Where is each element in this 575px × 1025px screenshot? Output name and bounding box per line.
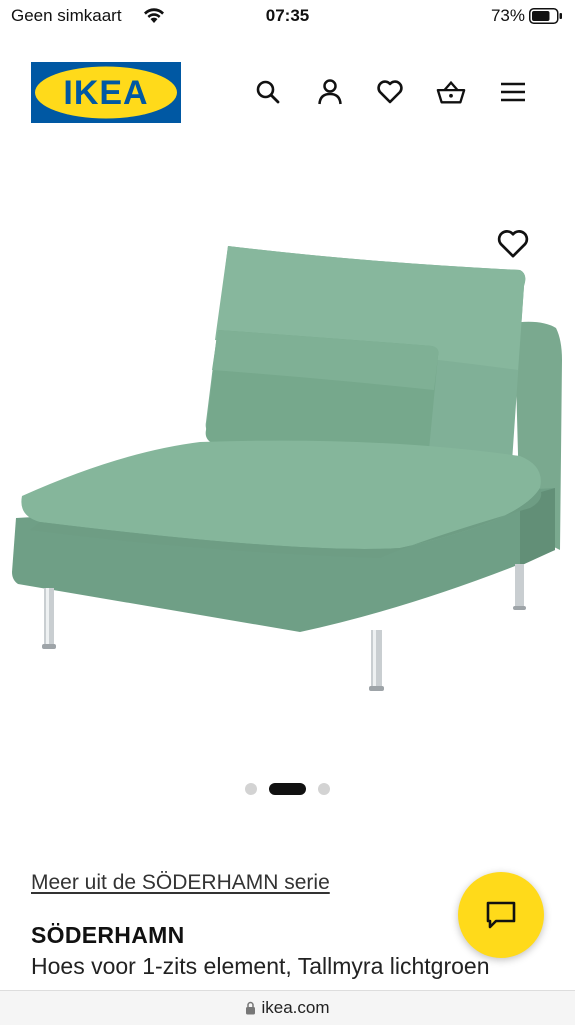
lock-icon — [246, 1001, 256, 1015]
gallery-dot-active[interactable] — [269, 783, 306, 795]
product-image[interactable] — [0, 200, 575, 720]
chat-icon — [486, 901, 516, 929]
url-text: ikea.com — [261, 998, 330, 1017]
heart-icon[interactable] — [375, 77, 405, 107]
gallery-pagination — [0, 782, 575, 796]
browser-url-bar[interactable]: ikea.com — [0, 990, 575, 1025]
battery-percentage: 73% — [490, 6, 525, 25]
series-link[interactable]: Meer uit de SÖDERHAMN serie — [31, 871, 330, 895]
basket-icon[interactable] — [436, 77, 466, 107]
svg-text:IKEA: IKEA — [63, 74, 148, 112]
product-name: SÖDERHAMN — [31, 922, 185, 948]
gallery-dot[interactable] — [245, 783, 257, 795]
user-icon[interactable] — [315, 77, 345, 107]
site-header: IKEA — [0, 60, 575, 124]
ikea-logo[interactable]: IKEA — [31, 62, 181, 123]
menu-icon[interactable] — [498, 77, 528, 107]
status-bar: Geen simkaart 07:35 73% — [0, 0, 575, 34]
add-to-wishlist-icon[interactable] — [496, 228, 530, 260]
search-icon[interactable] — [253, 77, 283, 107]
chat-button[interactable] — [458, 872, 544, 958]
battery-icon — [529, 8, 562, 24]
chair-illustration — [12, 246, 562, 691]
product-description: Hoes voor 1-zits element, Tallmyra licht… — [31, 953, 490, 979]
gallery-dot[interactable] — [318, 783, 330, 795]
clock: 07:35 — [265, 6, 310, 25]
